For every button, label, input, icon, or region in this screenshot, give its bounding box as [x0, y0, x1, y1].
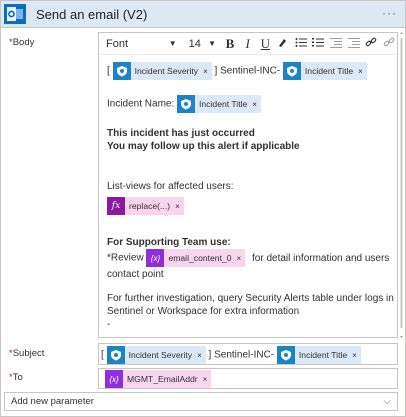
- variable-token[interactable]: {x} MGMT_EmailAddr ×: [105, 370, 212, 388]
- remove-token-icon[interactable]: ×: [252, 100, 257, 109]
- bullet-list-icon[interactable]: [293, 37, 309, 51]
- sentinel-icon: [177, 95, 196, 113]
- chevron-down-icon: ⌵: [383, 396, 391, 407]
- body-label: *Body: [9, 37, 35, 48]
- sentinel-icon: [276, 346, 295, 364]
- remove-token-icon[interactable]: ×: [197, 351, 202, 360]
- subject-input[interactable]: [ Incident Severity × ] Sentinel-INC- In…: [98, 343, 398, 365]
- send-email-action-card: Send an email (V2) ··· *Body Font ▼ 14 ▼…: [0, 0, 406, 417]
- listviews-text: List-views for affected users:: [107, 181, 234, 192]
- dash-text: -: [107, 319, 111, 330]
- increase-indent-icon[interactable]: [346, 37, 362, 51]
- to-input[interactable]: {x} MGMT_EmailAddr ×: [98, 368, 398, 389]
- font-size-select[interactable]: 14 ▼: [189, 38, 216, 50]
- remove-token-icon[interactable]: ×: [203, 375, 208, 384]
- dynamic-token[interactable]: Incident Title ×: [282, 62, 367, 80]
- investigate-text-1: For further investigation, query Securit…: [107, 293, 394, 304]
- to-value: {x} MGMT_EmailAddr ×: [105, 370, 212, 388]
- replace-line: fx replace(...) ×: [107, 197, 184, 215]
- editor-scrollbar[interactable]: [399, 32, 404, 338]
- remove-token-icon[interactable]: ×: [237, 254, 242, 263]
- sentinel-icon: [106, 346, 125, 364]
- remove-token-icon[interactable]: ×: [352, 351, 357, 360]
- font-select[interactable]: Font ▼: [106, 38, 177, 50]
- function-icon: fx: [107, 197, 125, 215]
- variable-icon: {x}: [146, 249, 165, 267]
- body-subject-line: [ Incident Severity × ] Sentinel-INC- In…: [107, 62, 367, 80]
- bold-button[interactable]: B: [222, 36, 238, 52]
- more-options-icon[interactable]: ···: [382, 6, 397, 20]
- variable-token[interactable]: {x} email_content_0 ×: [146, 249, 246, 267]
- action-title: Send an email (V2): [36, 6, 148, 22]
- dynamic-token[interactable]: Incident Title ×: [276, 346, 361, 364]
- dynamic-token[interactable]: Incident Title ×: [177, 95, 261, 113]
- incident-name-line: Incident Name: Incident Title ×: [107, 95, 261, 113]
- sentinel-icon: [112, 62, 131, 80]
- remove-token-icon[interactable]: ×: [175, 202, 180, 211]
- chevron-down-icon: ▼: [208, 39, 217, 48]
- rich-text-toolbar: Font ▼ 14 ▼ B I U: [99, 33, 397, 55]
- support-heading: For Supporting Team use:: [107, 237, 231, 248]
- sentinel-icon: [282, 62, 301, 80]
- add-parameter-dropdown[interactable]: Add new parameter ⌵: [4, 392, 398, 411]
- variable-icon: {x}: [105, 370, 123, 388]
- investigate-text-2: Sentinel or Workspace for extra informat…: [107, 306, 300, 317]
- dynamic-token[interactable]: Incident Severity ×: [112, 62, 212, 80]
- dynamic-token[interactable]: Incident Severity ×: [106, 346, 206, 364]
- body-editor[interactable]: Font ▼ 14 ▼ B I U [Incident Severity × …: [98, 32, 398, 338]
- chevron-down-icon: ▼: [168, 39, 177, 48]
- numbered-list-icon[interactable]: [311, 37, 327, 51]
- alert-subheading: You may follow up this alert if applicab…: [107, 141, 300, 152]
- contact-text: contact point: [107, 269, 164, 280]
- remove-token-icon[interactable]: ×: [358, 67, 363, 76]
- highlight-icon[interactable]: [275, 37, 291, 51]
- alert-heading: This incident has just occurred: [107, 128, 255, 139]
- review-line: *Review {x} email_content_0 × for detail…: [107, 249, 389, 267]
- action-header[interactable]: Send an email (V2) ···: [1, 1, 405, 28]
- outlook-icon: [4, 4, 26, 24]
- subject-label: *Subject: [9, 348, 45, 359]
- subject-value: [ Incident Severity × ] Sentinel-INC- In…: [101, 346, 361, 364]
- unlink-icon[interactable]: [381, 36, 397, 51]
- to-label: *To: [9, 372, 23, 383]
- remove-token-icon[interactable]: ×: [203, 67, 208, 76]
- decrease-indent-icon[interactable]: [328, 37, 344, 51]
- underline-button[interactable]: U: [257, 36, 273, 52]
- italic-button[interactable]: I: [240, 36, 256, 52]
- expression-token[interactable]: fx replace(...) ×: [107, 197, 184, 215]
- link-icon[interactable]: [364, 36, 380, 51]
